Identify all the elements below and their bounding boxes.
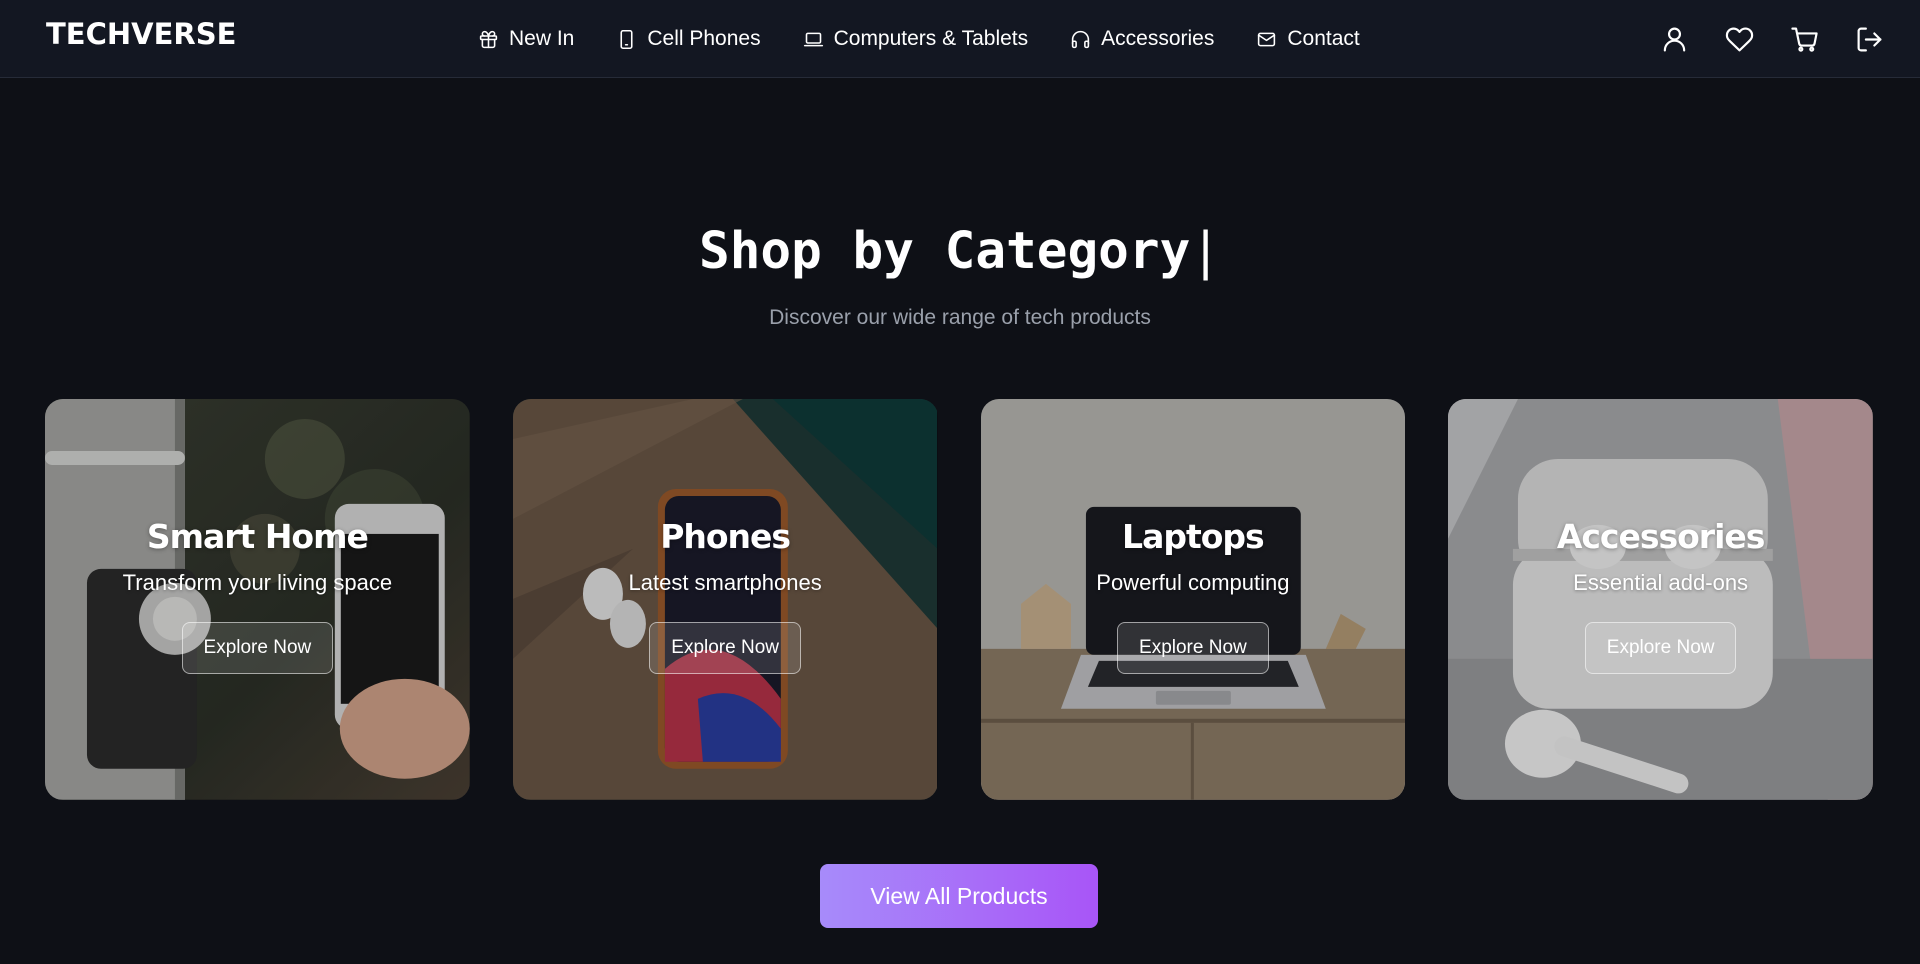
section-subtitle: Discover our wide range of tech products bbox=[769, 306, 1151, 329]
main-nav: New In Cell Phones Computers & Tablets A… bbox=[478, 0, 1360, 78]
laptop-icon bbox=[803, 32, 823, 46]
gift-icon bbox=[479, 30, 498, 48]
section-title: Shop by Category| bbox=[0, 222, 1920, 281]
card-description: Essential add-ons bbox=[1573, 570, 1749, 595]
nav-item-computers-tablets[interactable]: Computers & Tablets bbox=[803, 27, 1029, 51]
cart-icon bbox=[1791, 27, 1818, 52]
card-content: Laptops Powerful computing Explore Now bbox=[981, 517, 1406, 674]
category-grid: Smart Home Transform your living space E… bbox=[45, 399, 1873, 800]
card-description: Transform your living space bbox=[122, 570, 393, 595]
nav-label: Contact bbox=[1287, 27, 1360, 50]
mail-icon bbox=[1258, 32, 1276, 46]
typing-caret: | bbox=[1190, 222, 1221, 281]
card-content: Accessories Essential add-ons Explore No… bbox=[1448, 517, 1873, 674]
card-title: Accessories bbox=[1556, 517, 1766, 556]
explore-now-button[interactable]: Explore Now bbox=[1584, 622, 1737, 674]
user-actions bbox=[1660, 0, 1884, 78]
nav-label: Computers & Tablets bbox=[833, 27, 1029, 50]
wishlist-button[interactable] bbox=[1725, 25, 1754, 54]
card-content: Smart Home Transform your living space E… bbox=[45, 517, 470, 674]
explore-now-button[interactable]: Explore Now bbox=[649, 622, 801, 674]
card-description: Powerful computing bbox=[1096, 570, 1290, 595]
nav-item-accessories[interactable]: Accessories bbox=[1070, 27, 1214, 51]
heart-icon bbox=[1725, 27, 1754, 51]
nav-label: Accessories bbox=[1101, 27, 1215, 50]
explore-now-button[interactable]: Explore Now bbox=[181, 622, 334, 674]
category-card-smart-home[interactable]: Smart Home Transform your living space E… bbox=[45, 399, 470, 800]
card-title: Laptops bbox=[1122, 517, 1265, 556]
section-title-text: Shop by Category bbox=[699, 222, 1191, 281]
nav-label: Cell Phones bbox=[647, 27, 761, 50]
logout-button[interactable] bbox=[1855, 25, 1884, 54]
account-button[interactable] bbox=[1660, 25, 1689, 54]
view-all-products-button[interactable]: View All Products bbox=[820, 864, 1098, 928]
site-header: TECHVERSE New In Cell Phones Computers &… bbox=[0, 0, 1920, 78]
card-description: Latest smartphones bbox=[628, 570, 822, 595]
user-icon bbox=[1663, 27, 1686, 51]
category-card-phones[interactable]: Phones Latest smartphones Explore Now bbox=[512, 399, 938, 800]
nav-item-new-in[interactable]: New In bbox=[478, 27, 574, 51]
explore-now-button[interactable]: Explore Now bbox=[1117, 622, 1269, 674]
headphones-icon bbox=[1071, 30, 1090, 48]
nav-label: New In bbox=[509, 27, 575, 50]
category-card-laptops[interactable]: Laptops Powerful computing Explore Now bbox=[980, 399, 1406, 800]
phone-icon bbox=[620, 29, 633, 49]
logout-icon bbox=[1857, 27, 1882, 51]
nav-item-cell-phones[interactable]: Cell Phones bbox=[616, 27, 761, 51]
card-title: Phones bbox=[660, 517, 791, 556]
site-logo[interactable]: TECHVERSE bbox=[46, 17, 236, 51]
category-card-accessories[interactable]: Accessories Essential add-ons Explore No… bbox=[1448, 399, 1873, 800]
card-content: Phones Latest smartphones Explore Now bbox=[513, 517, 938, 674]
nav-item-contact[interactable]: Contact bbox=[1256, 27, 1360, 51]
card-title: Smart Home bbox=[146, 517, 369, 556]
cart-button[interactable] bbox=[1790, 25, 1819, 54]
